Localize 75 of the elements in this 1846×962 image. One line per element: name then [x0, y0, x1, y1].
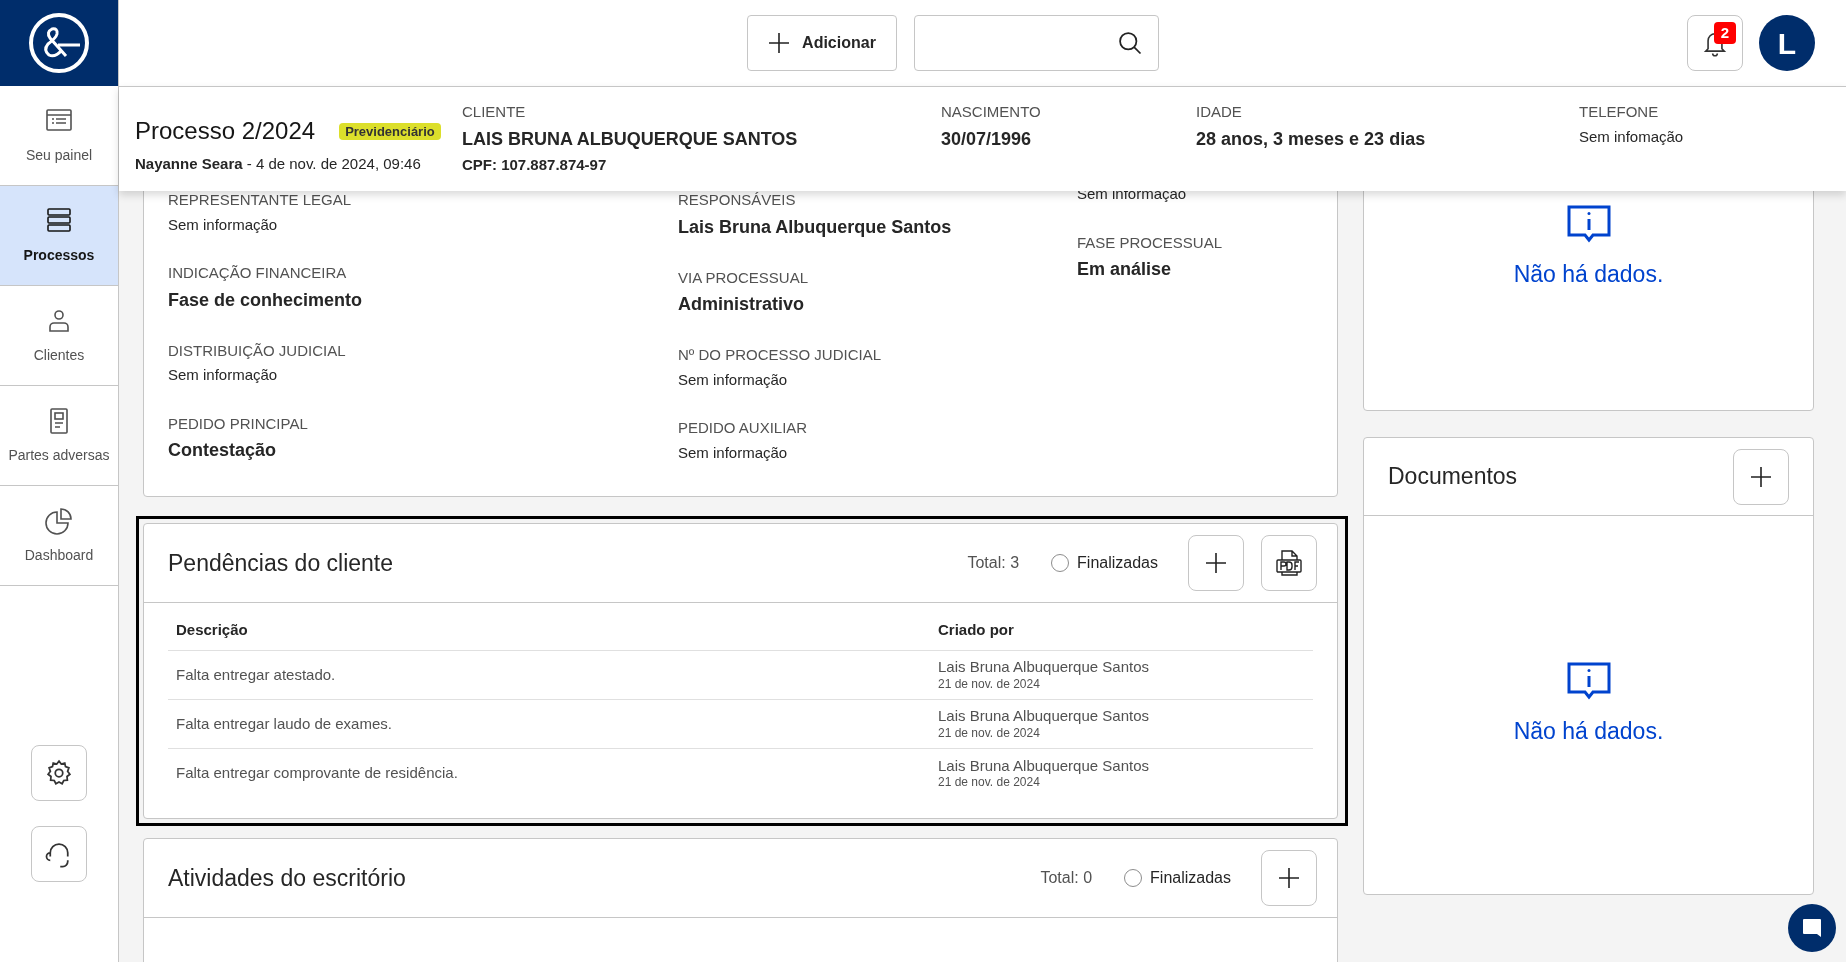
field-value: Sem informação	[678, 369, 789, 390]
plus-icon	[1205, 552, 1227, 574]
section-title: Atividades do escritório	[168, 863, 407, 893]
field-label: DISTRIBUIÇÃO JUDICIAL	[168, 340, 347, 361]
chat-button[interactable]	[1788, 904, 1836, 952]
total-count: Total: 0	[1040, 868, 1093, 888]
pdf-button[interactable]	[1261, 535, 1317, 591]
field-value: 30/07/1996	[941, 127, 1033, 151]
notification-count: 2	[1714, 22, 1736, 44]
field-label: TELEFONE	[1579, 102, 1660, 122]
field-value: Administrativo	[678, 293, 806, 316]
field-value: Lais Bruna Albuquerque Santos	[678, 215, 953, 239]
add-button[interactable]	[1261, 850, 1317, 906]
field-label: RESPONSÁVEIS	[678, 190, 797, 210]
support-button[interactable]	[31, 826, 87, 882]
cpf-text: CPF: 107.887.874-97	[462, 154, 608, 175]
settings-button[interactable]	[31, 745, 87, 801]
logo[interactable]	[0, 0, 118, 86]
field-value: 28 anos, 3 meses e 23 dias	[1196, 127, 1427, 151]
author-name: Lais Bruna Albuquerque Santos	[938, 707, 1149, 726]
created-date: 21 de nov. de 2024	[938, 676, 1041, 692]
table-cell-text: Falta entregar comprovante de residência.	[176, 763, 459, 784]
info-icon	[1566, 205, 1611, 243]
chat-icon	[1800, 916, 1824, 940]
field-value: Sem informação	[168, 214, 279, 235]
add-button[interactable]	[1188, 535, 1244, 591]
area-tag: Previdenciário	[339, 122, 441, 140]
field-label: PEDIDO AUXILIAR	[678, 418, 809, 438]
field-label: Nº DO PROCESSO JUDICIAL	[678, 345, 882, 365]
field-value: Sem informação	[168, 365, 279, 385]
plus-icon	[768, 32, 791, 54]
add-button[interactable]	[1733, 448, 1789, 505]
user-avatar[interactable]: L	[1759, 15, 1815, 71]
finalized-radio[interactable]: Finalizadas	[1051, 551, 1158, 575]
search-field[interactable]	[913, 15, 1159, 71]
field-label: FASE PROCESSUAL	[1077, 232, 1224, 253]
column-header: Criado por	[938, 620, 1015, 641]
logo-icon	[28, 12, 90, 74]
field-value: LAIS BRUNA ALBUQUERQUE SANTOS	[462, 127, 799, 151]
table-cell-text: Falta entregar atestado.	[176, 664, 337, 685]
field-value: Contestação	[168, 439, 278, 462]
created-date: 21 de nov. de 2024	[938, 725, 1041, 741]
created-date: 21 de nov. de 2024	[938, 775, 1041, 791]
field-value: Sem informação	[678, 442, 789, 463]
section-title: Pendências do cliente	[168, 548, 395, 578]
field-label: REPRESENTANTE LEGAL	[168, 190, 353, 210]
field-value: Fase de conhecimento	[168, 288, 364, 312]
field-label: INDICAÇÃO FINANCEIRA	[168, 263, 348, 283]
author-name: Lais Bruna Albuquerque Santos	[938, 756, 1149, 776]
table-cell-text: Falta entregar laudo de exames.	[176, 713, 393, 734]
column-header: Descrição	[176, 620, 249, 641]
field-label: PEDIDO PRINCIPAL	[168, 413, 309, 434]
pie-chart-icon	[43, 505, 75, 537]
total-count: Total: 3	[967, 553, 1020, 573]
field-label: IDADE	[1196, 102, 1243, 122]
section-title: Documentos	[1388, 462, 1518, 492]
field-value: Sem infomação	[1579, 126, 1685, 147]
field-label: CLIENTE	[462, 102, 527, 122]
process-author: Nayanne Seara - 4 de nov. de 2024, 09:46	[135, 154, 422, 174]
settings-icon	[44, 758, 74, 788]
empty-message: Não há dados.	[1513, 260, 1664, 289]
process-title: Processo 2/2024	[135, 116, 316, 146]
plus-icon	[1278, 867, 1300, 889]
field-value: Em análise	[1077, 258, 1173, 281]
empty-message: Não há dados.	[1513, 716, 1664, 746]
field-label: VIA PROCESSUAL	[678, 267, 810, 288]
author-name: Lais Bruna Albuquerque Santos	[938, 658, 1149, 677]
nav-item[interactable]: Processos	[0, 186, 118, 286]
add-button[interactable]: Adicionar	[747, 15, 897, 71]
info-icon	[1566, 661, 1611, 700]
notifications-button[interactable]: 2	[1687, 15, 1743, 71]
plus-icon	[1750, 465, 1772, 488]
pdf-file-icon	[1274, 548, 1304, 578]
field-label: NASCIMENTO	[941, 102, 1042, 122]
finalized-radio[interactable]: Finalizadas	[1124, 866, 1231, 890]
